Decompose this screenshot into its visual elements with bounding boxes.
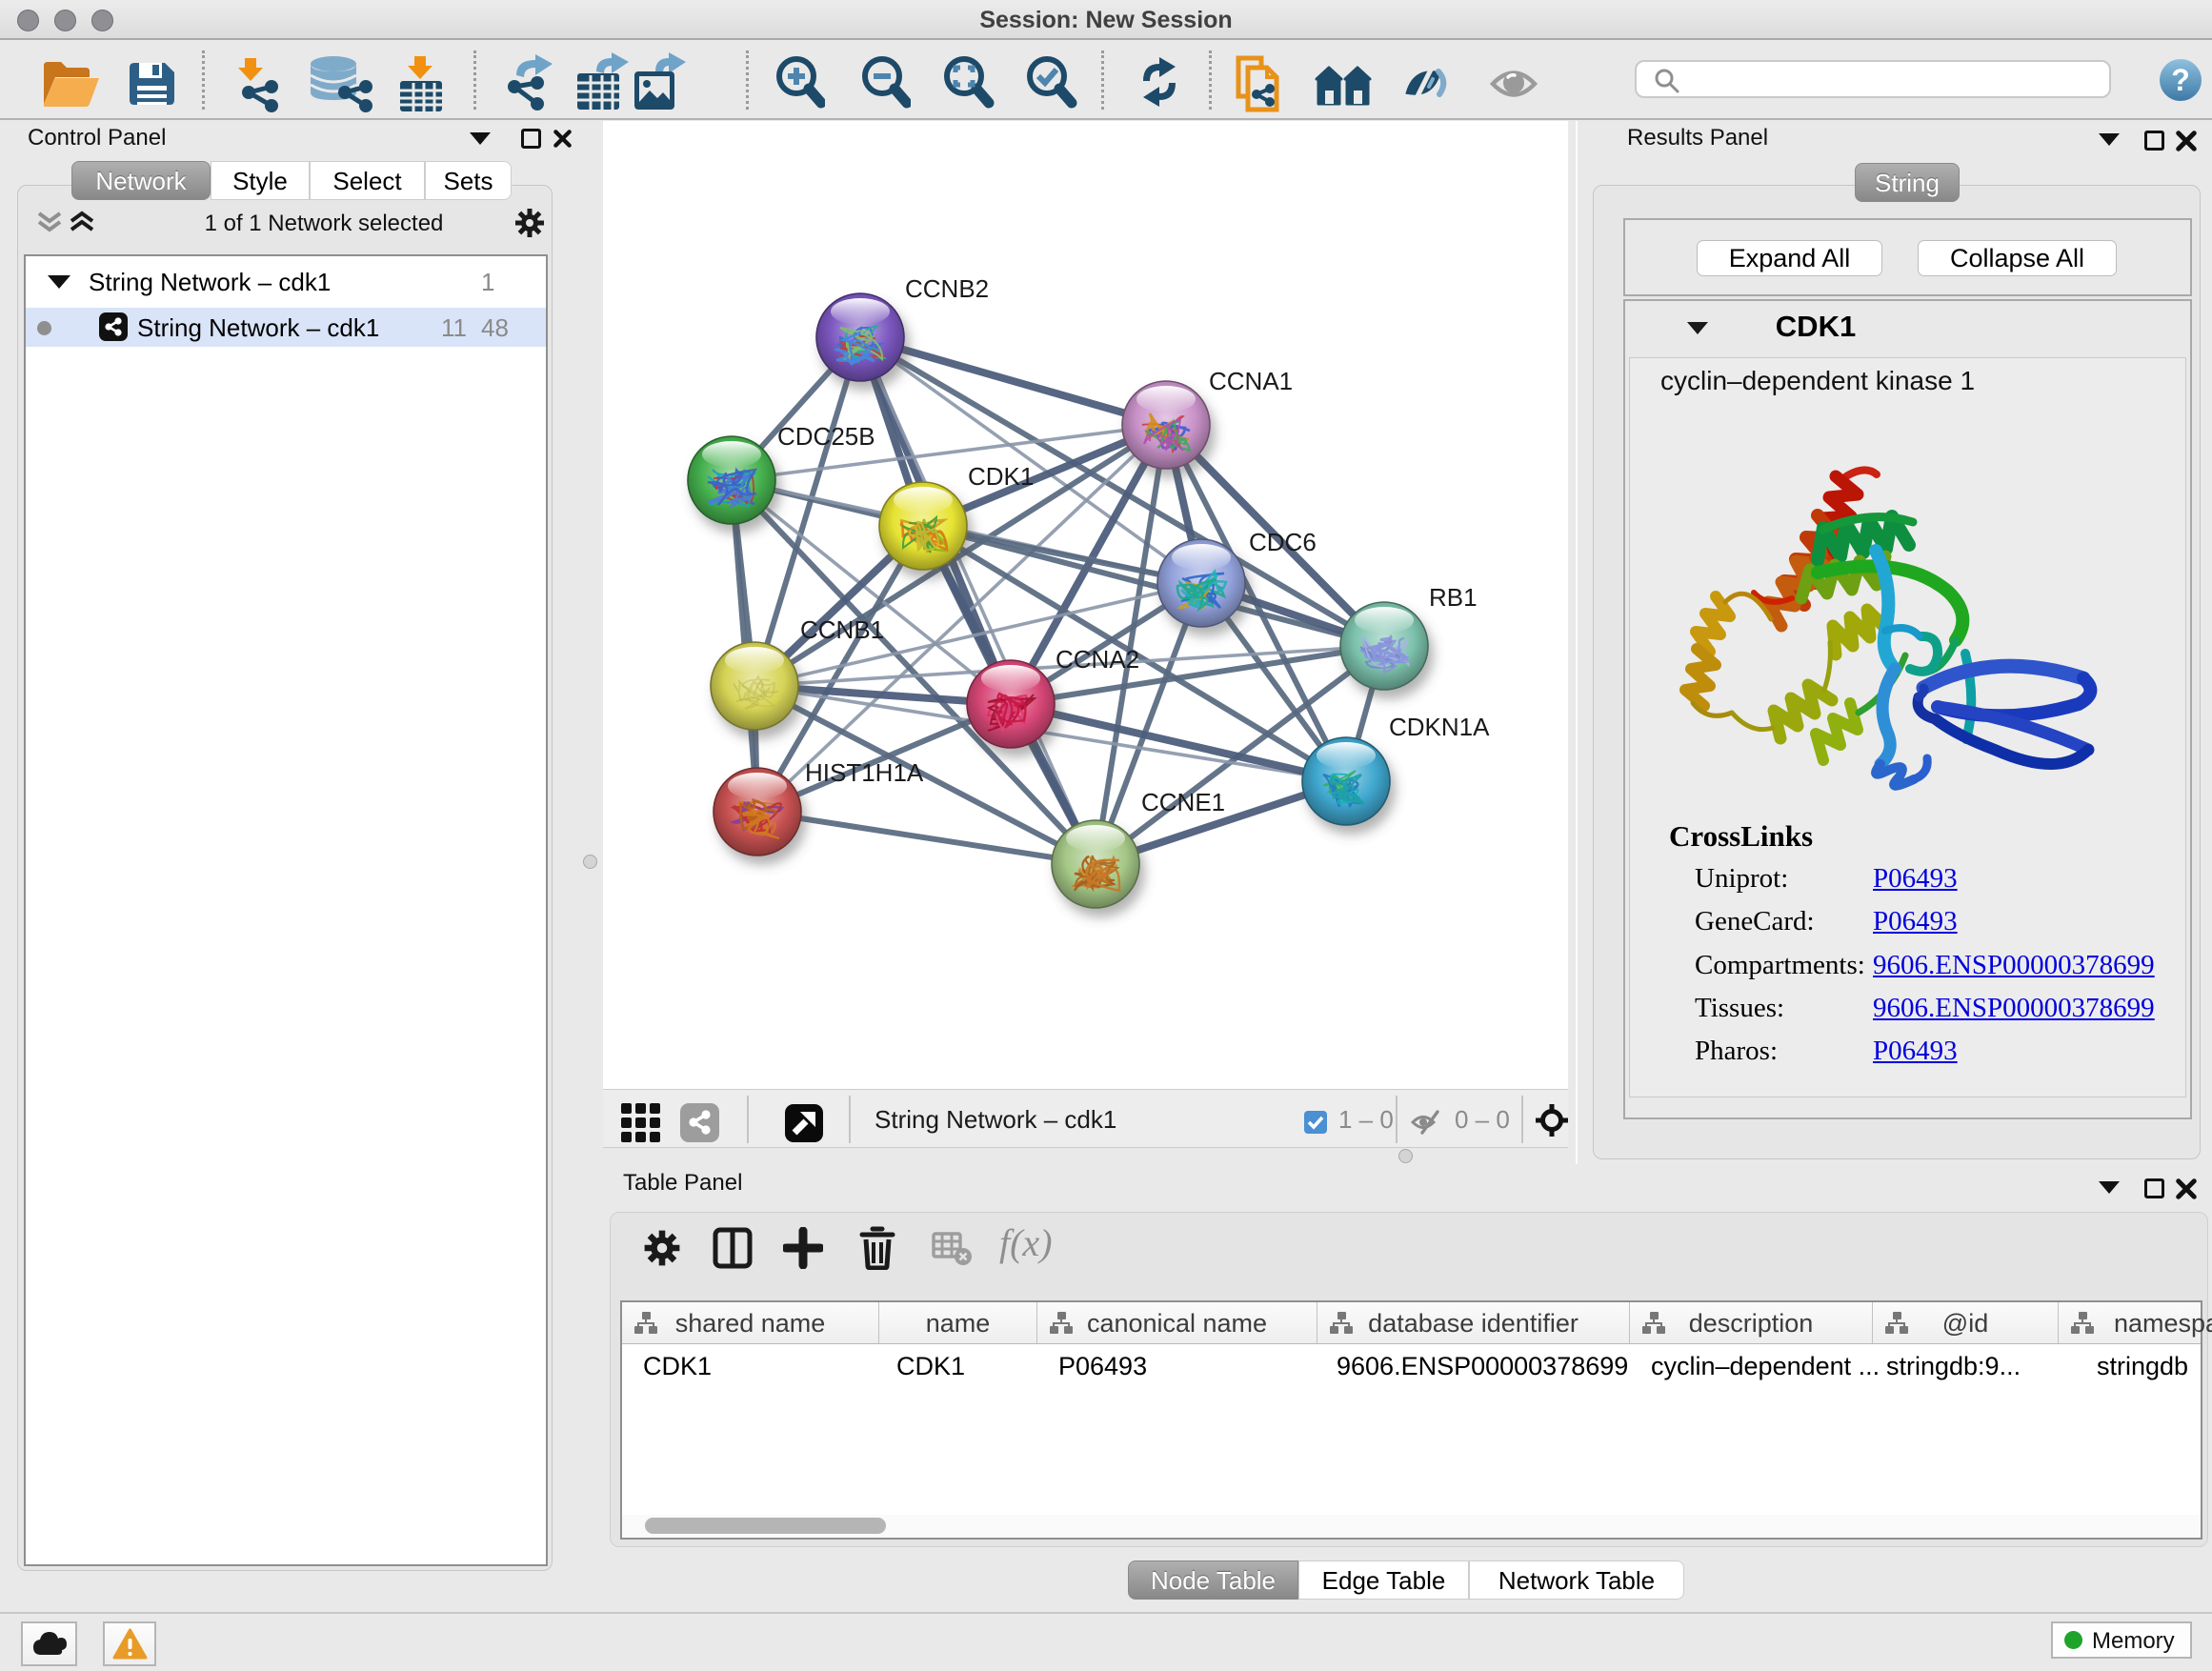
svg-text:HIST1H1A: HIST1H1A (805, 758, 924, 787)
svg-text:CDC6: CDC6 (1249, 528, 1317, 556)
svg-text:?: ? (2171, 63, 2190, 97)
svg-text:CDC25B: CDC25B (777, 422, 875, 451)
svg-text:CDKN1A: CDKN1A (1389, 713, 1490, 741)
svg-text:CCNB2: CCNB2 (905, 274, 989, 303)
svg-text:CDK1: CDK1 (968, 462, 1034, 491)
svg-text:CCNA1: CCNA1 (1209, 367, 1293, 395)
svg-text:CCNE1: CCNE1 (1141, 788, 1225, 816)
svg-text:CCNA2: CCNA2 (1056, 645, 1139, 674)
svg-text:RB1: RB1 (1429, 583, 1478, 612)
svg-text:CCNB1: CCNB1 (800, 615, 884, 644)
